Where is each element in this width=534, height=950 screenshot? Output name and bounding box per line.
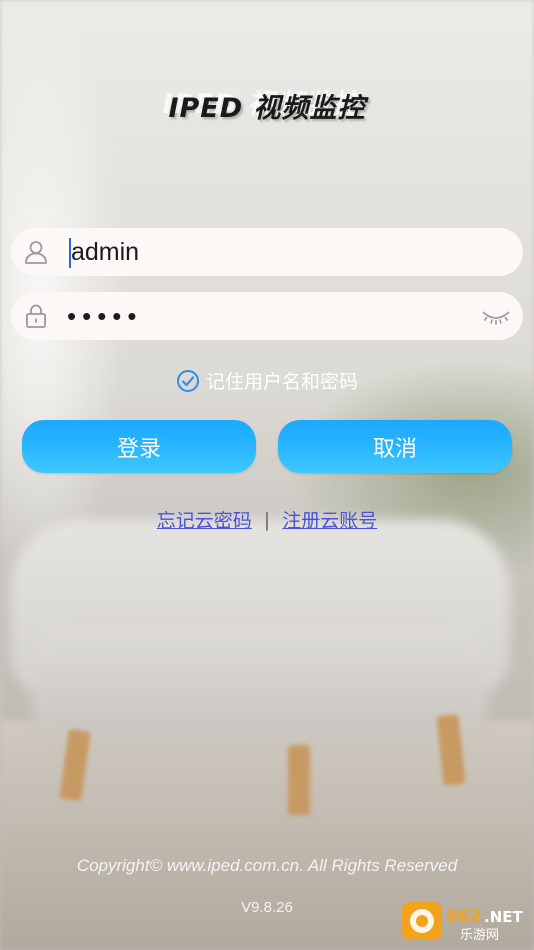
check-circle-icon[interactable] bbox=[176, 369, 200, 393]
user-icon bbox=[25, 241, 47, 264]
login-button[interactable]: 登录 bbox=[22, 420, 256, 473]
background-sofa-seat bbox=[30, 630, 490, 740]
username-field[interactable] bbox=[11, 228, 523, 276]
background-sofa-leg bbox=[288, 745, 310, 815]
remember-label: 记住用户名和密码 bbox=[205, 371, 358, 393]
account-links: 忘记云密码 | 注册云账号 bbox=[0, 506, 534, 533]
forgot-cloud-password-link[interactable]: 忘记云密码 bbox=[157, 506, 252, 533]
password-input[interactable] bbox=[67, 298, 467, 334]
app-title: IPED 视频监控 bbox=[168, 93, 366, 124]
svg-text:.NET: .NET bbox=[484, 908, 523, 926]
register-cloud-account-link[interactable]: 注册云账号 bbox=[282, 506, 377, 533]
eye-closed-icon[interactable] bbox=[481, 304, 511, 328]
lock-icon bbox=[26, 304, 46, 328]
link-separator: | bbox=[263, 508, 271, 531]
remember-credentials-checkbox[interactable]: 记住用户名和密码 bbox=[0, 367, 534, 394]
svg-text:乐游网: 乐游网 bbox=[460, 928, 499, 943]
password-field[interactable] bbox=[11, 292, 523, 340]
site-watermark-logo: 962 .NET 乐游网 bbox=[402, 902, 523, 943]
copyright-text: Copyright© www.iped.com.cn. All Rights R… bbox=[76, 856, 458, 875]
cancel-button[interactable]: 取消 bbox=[278, 420, 512, 473]
username-input[interactable] bbox=[71, 234, 471, 270]
svg-text:962: 962 bbox=[446, 907, 482, 927]
